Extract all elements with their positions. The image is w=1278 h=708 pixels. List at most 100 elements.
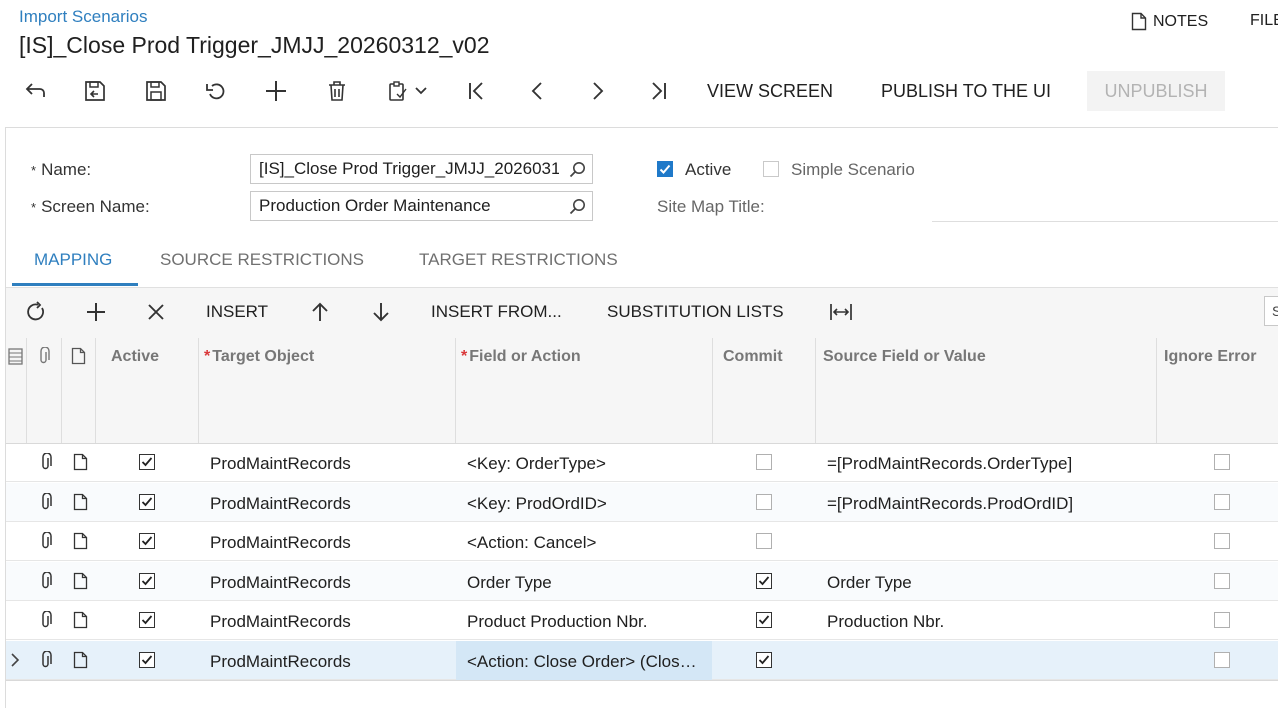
name-field[interactable] <box>250 154 593 184</box>
row-commit-checkbox[interactable] <box>756 652 772 668</box>
row-ignore-error-checkbox[interactable] <box>1214 533 1230 549</box>
active-checkbox[interactable] <box>657 161 673 177</box>
insert-button[interactable]: INSERT <box>206 298 268 326</box>
first-record-button[interactable] <box>462 74 492 108</box>
breadcrumb-import-scenarios[interactable]: Import Scenarios <box>19 7 148 27</box>
delete-button[interactable] <box>322 74 352 108</box>
add-new-button[interactable] <box>261 74 291 108</box>
note-icon[interactable] <box>73 532 88 550</box>
row-active-checkbox[interactable] <box>139 533 155 549</box>
target-object-cell[interactable]: ProdMaintRecords <box>210 533 450 553</box>
row-active-checkbox[interactable] <box>139 454 155 470</box>
field-or-action-cell[interactable]: <Action: Cancel> <box>467 533 703 553</box>
row-active-checkbox[interactable] <box>139 652 155 668</box>
row-active-checkbox[interactable] <box>139 573 155 589</box>
row-commit-checkbox[interactable] <box>756 612 772 628</box>
source-field-cell[interactable]: Order Type <box>827 573 1147 593</box>
refresh-button[interactable] <box>22 298 50 326</box>
source-field-cell[interactable]: Production Nbr. <box>827 612 1147 632</box>
tab-source-restrictions[interactable]: SOURCE RESTRICTIONS <box>160 250 364 270</box>
view-screen-button[interactable]: VIEW SCREEN <box>707 74 833 108</box>
row-active-checkbox[interactable] <box>139 494 155 510</box>
search-icon[interactable] <box>569 161 586 178</box>
row-selector-icon[interactable] <box>8 348 23 365</box>
row-ignore-error-checkbox[interactable] <box>1214 494 1230 510</box>
note-icon[interactable] <box>73 572 88 590</box>
attachment-icon[interactable] <box>39 611 53 630</box>
back-button[interactable] <box>20 74 50 108</box>
attachment-icon[interactable] <box>39 453 53 472</box>
files-label: FILE <box>1250 12 1278 29</box>
fit-to-width-icon <box>829 301 853 323</box>
attachment-icon[interactable] <box>39 572 53 591</box>
target-object-cell[interactable]: ProdMaintRecords <box>210 612 450 632</box>
attachment-icon[interactable] <box>37 347 51 366</box>
target-object-cell[interactable]: ProdMaintRecords <box>210 573 450 593</box>
previous-record-button[interactable] <box>522 74 552 108</box>
arrow-down-icon <box>372 301 390 323</box>
unpublish-button[interactable]: UNPUBLISH <box>1087 71 1225 111</box>
site-map-title-field[interactable] <box>932 221 1278 222</box>
save-and-close-button[interactable] <box>80 74 110 108</box>
field-or-action-cell[interactable]: <Key: OrderType> <box>467 454 703 474</box>
row-commit-checkbox[interactable] <box>756 533 772 549</box>
note-icon[interactable] <box>71 347 86 365</box>
cancel-changes-button[interactable] <box>201 74 231 108</box>
move-down-button[interactable] <box>367 298 395 326</box>
required-mark: * <box>31 163 37 178</box>
field-or-action-cell[interactable]: <Action: Close Order> (Close Order) <box>467 652 703 672</box>
add-row-button[interactable] <box>82 298 110 326</box>
row-ignore-error-checkbox[interactable] <box>1214 652 1230 668</box>
note-icon[interactable] <box>73 651 88 669</box>
column-header-source-field[interactable]: Source Field or Value <box>823 348 986 366</box>
clipboard-dropdown-button[interactable] <box>382 74 432 108</box>
tab-mapping[interactable]: MAPPING <box>34 250 112 270</box>
row-ignore-error-checkbox[interactable] <box>1214 612 1230 628</box>
note-icon[interactable] <box>73 611 88 629</box>
note-icon[interactable] <box>73 453 88 471</box>
last-record-icon <box>647 80 669 102</box>
name-input[interactable] <box>259 155 559 183</box>
files-button[interactable]: FILE <box>1250 12 1278 30</box>
save-button[interactable] <box>141 74 171 108</box>
next-record-button[interactable] <box>583 74 613 108</box>
notes-button[interactable]: NOTES <box>1131 12 1208 31</box>
row-ignore-error-checkbox[interactable] <box>1214 454 1230 470</box>
attachment-icon[interactable] <box>39 651 53 670</box>
publish-to-ui-button[interactable]: PUBLISH TO THE UI <box>881 74 1051 108</box>
grid-search-input[interactable]: S <box>1264 296 1278 326</box>
move-up-button[interactable] <box>306 298 334 326</box>
note-icon[interactable] <box>73 493 88 511</box>
site-map-title-label: Site Map Title: <box>657 197 765 216</box>
screen-name-field[interactable] <box>250 191 593 221</box>
column-header-ignore-error[interactable]: Ignore Error <box>1164 348 1256 366</box>
row-commit-checkbox[interactable] <box>756 573 772 589</box>
delete-row-button[interactable] <box>142 298 170 326</box>
attachment-icon[interactable] <box>39 493 53 512</box>
source-field-cell[interactable]: =[ProdMaintRecords.ProdOrdID] <box>827 494 1147 514</box>
source-field-cell[interactable]: =[ProdMaintRecords.OrderType] <box>827 454 1147 474</box>
screen-name-input[interactable] <box>259 192 559 220</box>
fit-columns-button[interactable] <box>828 298 854 326</box>
row-ignore-error-checkbox[interactable] <box>1214 573 1230 589</box>
column-header-target-object[interactable]: * Target Object <box>204 348 314 366</box>
row-commit-checkbox[interactable] <box>756 454 772 470</box>
target-object-cell[interactable]: ProdMaintRecords <box>210 494 450 514</box>
field-or-action-cell[interactable]: Order Type <box>467 573 703 593</box>
last-record-button[interactable] <box>643 74 673 108</box>
tab-target-restrictions[interactable]: TARGET RESTRICTIONS <box>419 250 618 270</box>
insert-from-button[interactable]: INSERT FROM... <box>431 298 562 326</box>
column-header-field-or-action[interactable]: * Field or Action <box>461 348 581 366</box>
column-header-commit[interactable]: Commit <box>723 348 783 366</box>
row-commit-checkbox[interactable] <box>756 494 772 510</box>
simple-scenario-checkbox[interactable] <box>763 161 779 177</box>
field-or-action-cell[interactable]: Product Production Nbr. <box>467 612 703 632</box>
search-icon[interactable] <box>569 198 586 215</box>
column-header-active[interactable]: Active <box>111 348 159 366</box>
attachment-icon[interactable] <box>39 532 53 551</box>
field-or-action-cell[interactable]: <Key: ProdOrdID> <box>467 494 703 514</box>
substitution-lists-button[interactable]: SUBSTITUTION LISTS <box>607 298 784 326</box>
target-object-cell[interactable]: ProdMaintRecords <box>210 454 450 474</box>
row-active-checkbox[interactable] <box>139 612 155 628</box>
target-object-cell[interactable]: ProdMaintRecords <box>210 652 450 672</box>
